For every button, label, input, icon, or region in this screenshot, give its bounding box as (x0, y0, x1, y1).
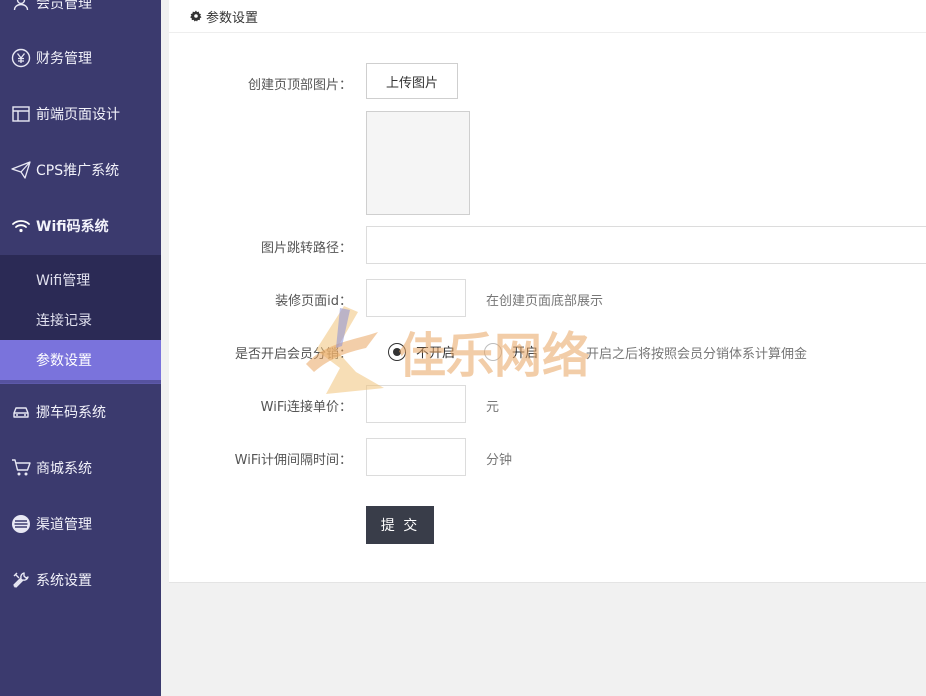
submenu-item-label: 连接记录 (36, 313, 92, 329)
submenu-item-connection-log[interactable]: 连接记录 (0, 300, 161, 340)
submenu-active-bar (0, 379, 161, 384)
submenu-item-wifi-management[interactable]: Wifi管理 (0, 260, 161, 300)
sidebar-item-members[interactable]: 会员管理 (0, 0, 161, 23)
wifi-price-input[interactable] (366, 385, 466, 423)
redirect-path-input[interactable] (366, 226, 926, 264)
radio-label: 不开启 (416, 346, 456, 361)
member-distribution-label: 是否开启会员分销： (234, 347, 352, 362)
upload-image-button[interactable]: 上传图片 (366, 63, 458, 99)
decor-page-id-input[interactable] (366, 279, 466, 317)
sidebar-item-cps[interactable]: CPS推广系统 (0, 150, 161, 190)
sidebar-item-label: 会员管理 (36, 0, 92, 12)
sidebar-item-frontend-design[interactable]: 前端页面设计 (0, 94, 161, 134)
sidebar-item-label: 财务管理 (36, 51, 92, 67)
yen-icon (10, 48, 32, 68)
sidebar-item-label: 系统设置 (36, 573, 92, 589)
submit-button[interactable]: 提 交 (366, 506, 434, 544)
sidebar-item-label: Wifi码系统 (36, 219, 109, 235)
sidebar-item-channels[interactable]: 渠道管理 (0, 504, 161, 544)
sidebar-item-label: CPS推广系统 (36, 163, 120, 179)
radio-dot (484, 342, 502, 361)
sidebar-item-label: 挪车码系统 (36, 405, 106, 421)
sidebar-item-move-car[interactable]: 挪车码系统 (0, 392, 161, 432)
sidebar: 会员管理 财务管理 前端页面设计 CPS推广系统 Wifi码系统 Wifi管理 … (0, 0, 161, 696)
submenu-item-label: Wifi管理 (36, 273, 91, 289)
commission-interval-unit: 分钟 (486, 453, 513, 468)
layout-icon (10, 106, 32, 122)
sidebar-item-label: 渠道管理 (36, 517, 92, 533)
sidebar-item-label: 前端页面设计 (36, 107, 120, 123)
sidebar-item-label: 商城系统 (36, 461, 92, 477)
sidebar-item-finance[interactable]: 财务管理 (0, 38, 161, 78)
car-icon (10, 405, 32, 419)
submenu-item-label: 参数设置 (36, 353, 92, 369)
panel-header: 参数设置 (169, 0, 926, 33)
radio-label: 开启 (512, 346, 539, 361)
channel-icon (10, 514, 32, 534)
commission-interval-input[interactable] (366, 438, 466, 476)
tools-icon (10, 571, 32, 589)
image-preview (366, 111, 470, 215)
submenu-item-parameter-settings[interactable]: 参数设置 (0, 340, 161, 380)
wifi-price-label: WiFi连接单价： (260, 400, 352, 415)
gear-icon (190, 10, 202, 22)
wifi-icon (10, 219, 32, 233)
sidebar-item-wifi[interactable]: Wifi码系统 (0, 206, 161, 246)
decor-page-id-hint: 在创建页面底部展示 (486, 294, 604, 309)
distribution-off-radio[interactable]: 不开启 (388, 342, 455, 361)
radio-dot (388, 342, 406, 361)
redirect-path-label: 图片跳转路径： (260, 241, 352, 256)
page-title: 参数设置 (206, 10, 259, 26)
user-icon (10, 0, 32, 12)
wifi-submenu: Wifi管理 连接记录 参数设置 (0, 255, 161, 383)
distribution-hint: 开启之后将按照会员分销体系计算佣金 (586, 347, 808, 362)
cart-icon (10, 459, 32, 477)
commission-interval-label: WiFi计佣间隔时间： (234, 453, 352, 468)
wifi-price-unit: 元 (486, 400, 500, 415)
sidebar-item-mall[interactable]: 商城系统 (0, 448, 161, 488)
distribution-on-radio[interactable]: 开启 (484, 342, 538, 361)
decor-page-id-label: 装修页面id： (275, 294, 352, 309)
sidebar-item-system-settings[interactable]: 系统设置 (0, 560, 161, 600)
top-image-label: 创建页顶部图片： (247, 78, 352, 93)
paper-plane-icon (10, 161, 32, 179)
